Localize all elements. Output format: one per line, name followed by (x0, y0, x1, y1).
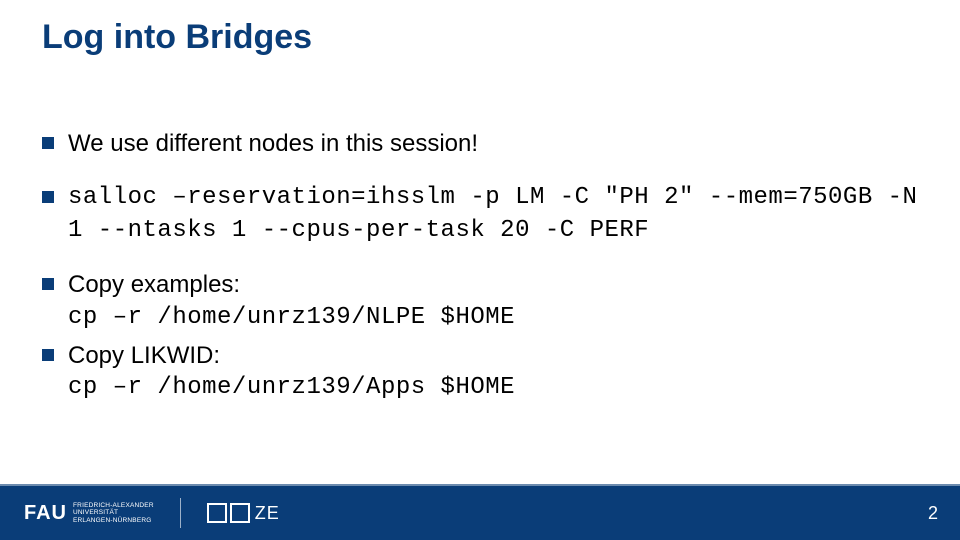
fau-sub-line: ERLANGEN-NÜRNBERG (73, 517, 154, 524)
bullet-marker-icon (42, 278, 54, 290)
bullet-item: Copy examples: cp –r /home/unrz139/NLPE … (42, 269, 918, 334)
rrze-logo: ZE (207, 503, 280, 524)
fau-logo: FAU FRIEDRICH-ALEXANDER UNIVERSITÄT ERLA… (24, 502, 154, 525)
slide-title: Log into Bridges (42, 18, 312, 57)
fau-logo-subtext: FRIEDRICH-ALEXANDER UNIVERSITÄT ERLANGEN… (73, 502, 154, 523)
rrze-box-icon (230, 503, 250, 523)
bullet-label: Copy examples: (68, 269, 918, 301)
footer-bar: FAU FRIEDRICH-ALEXANDER UNIVERSITÄT ERLA… (0, 486, 960, 540)
bullet-code: cp –r /home/unrz139/NLPE $HOME (68, 302, 918, 334)
bullet-marker-icon (42, 191, 54, 203)
bullet-marker-icon (42, 349, 54, 361)
slide-body: We use different nodes in this session! … (42, 128, 918, 411)
bullet-marker-icon (42, 137, 54, 149)
bullet-item: We use different nodes in this session! (42, 128, 918, 160)
bullet-code: salloc –reservation=ihsslm -p LM -C "PH … (68, 182, 918, 247)
fau-sub-line: UNIVERSITÄT (73, 509, 154, 516)
footer-logos: FAU FRIEDRICH-ALEXANDER UNIVERSITÄT ERLA… (24, 498, 280, 528)
logo-separator (180, 498, 181, 528)
rrze-box-icon (207, 503, 227, 523)
bullet-content: Copy examples: cp –r /home/unrz139/NLPE … (68, 269, 918, 334)
rrze-logo-text: ZE (255, 503, 280, 524)
bullet-code: cp –r /home/unrz139/Apps $HOME (68, 372, 918, 404)
page-number: 2 (928, 503, 938, 524)
bullet-content: Copy LIKWID: cp –r /home/unrz139/Apps $H… (68, 340, 918, 405)
bullet-item: salloc –reservation=ihsslm -p LM -C "PH … (42, 182, 918, 247)
bullet-text: We use different nodes in this session! (68, 128, 918, 160)
slide: Log into Bridges We use different nodes … (0, 0, 960, 540)
bullet-item: Copy LIKWID: cp –r /home/unrz139/Apps $H… (42, 340, 918, 405)
fau-logo-text: FAU (24, 502, 67, 525)
bullet-label: Copy LIKWID: (68, 340, 918, 372)
